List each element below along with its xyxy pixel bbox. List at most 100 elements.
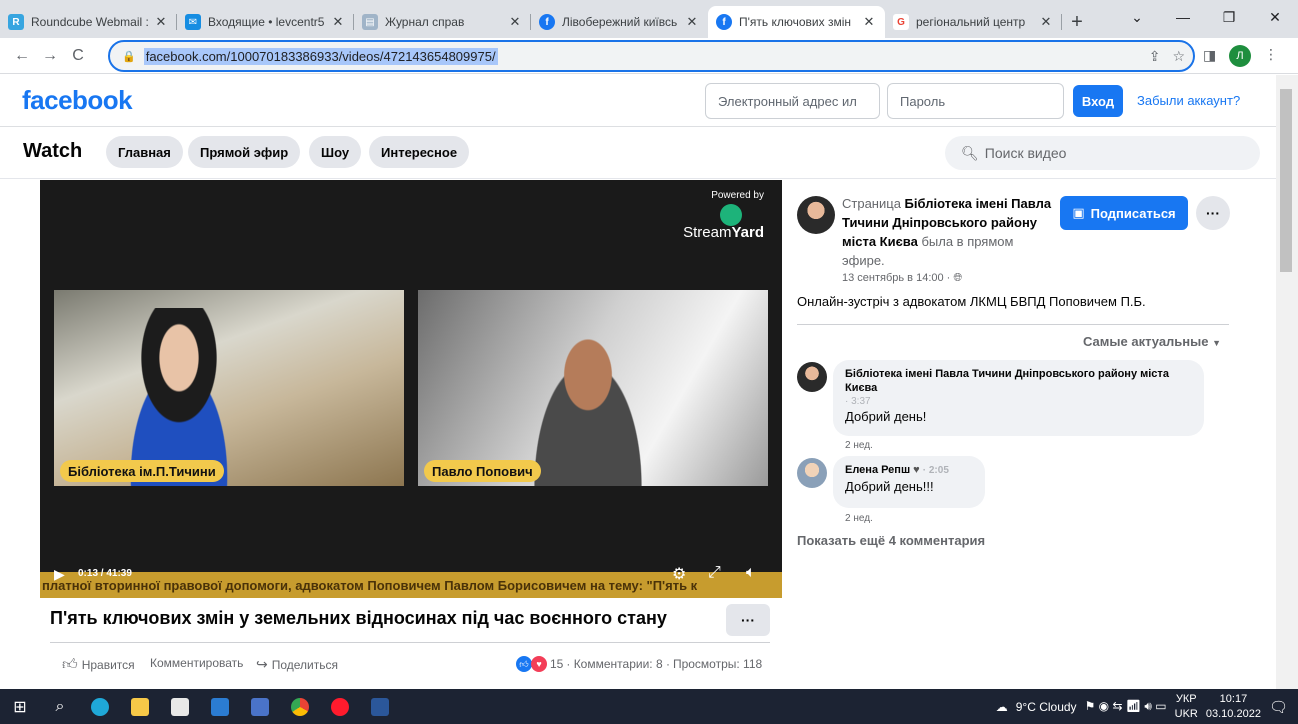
share-arrow-icon: ↪	[256, 656, 268, 672]
page-info: Страница Бібліотека імені Павла Тичини Д…	[842, 195, 1052, 270]
watch-title[interactable]: Watch	[23, 140, 82, 163]
store-icon[interactable]	[160, 689, 200, 724]
weather-text[interactable]: 9°C Cloudy	[1016, 700, 1077, 714]
reload-icon[interactable]: C	[64, 47, 92, 65]
more-options-button[interactable]: ···	[726, 604, 770, 636]
tab-inbox[interactable]: ✉ Входящие • levcentr5 ✕	[177, 6, 354, 38]
comment-time[interactable]: · 3:37	[845, 396, 1192, 407]
fullscreen-icon[interactable]: ⤢	[708, 564, 721, 582]
google-icon: G	[893, 14, 909, 30]
tray-icons[interactable]: ⚑ ◉ ⇆ 📶︎ 🔊︎ ▭	[1085, 699, 1167, 714]
nav-explore[interactable]: Интересное	[369, 136, 470, 168]
nav-live[interactable]: Прямой эфир	[188, 136, 301, 168]
tab-roundcube[interactable]: R Roundcube Webmail : ✕	[0, 6, 177, 38]
new-tab-button[interactable]: +	[1062, 6, 1092, 38]
close-icon[interactable]: ✕	[1038, 14, 1054, 30]
comment-sort-dropdown[interactable]: Самые актуальные ▼	[1083, 334, 1221, 349]
share-icon[interactable]: ⇪	[1149, 48, 1161, 65]
language-indicator[interactable]: УКР UKR	[1175, 692, 1198, 721]
streamyard-branding: Powered by StreamYard	[683, 190, 764, 242]
edge-icon[interactable]	[80, 689, 120, 724]
close-icon[interactable]: ✕	[153, 14, 169, 30]
post-timestamp[interactable]: 13 сентябрь в 14:00 · 🌐︎	[842, 272, 962, 285]
comment-bubble: Бібліотека імені Павла Тичини Дніпровськ…	[833, 360, 1204, 436]
tab-livoberezhny[interactable]: f Лівобережний київсь ✕	[531, 6, 708, 38]
divider	[50, 642, 770, 643]
notifications-icon[interactable]: 🗨︎	[1269, 698, 1288, 716]
close-icon[interactable]: ✕	[684, 14, 700, 30]
heart-badge-icon: ♥	[913, 464, 920, 476]
page-avatar[interactable]	[797, 196, 835, 234]
page-more-button[interactable]: ···	[1196, 196, 1230, 230]
play-icon[interactable]: ▶	[54, 566, 65, 583]
comment-ago[interactable]: 2 нед.	[845, 440, 873, 451]
side-panel-icon[interactable]: ◨	[1203, 47, 1216, 64]
show-more-comments-link[interactable]: Показать ещё 4 комментария	[797, 533, 985, 548]
facebook-header: facebook Электронный адрес ил Пароль Вхо…	[0, 75, 1276, 127]
nav-home[interactable]: Главная	[106, 136, 183, 168]
video-player[interactable]: Powered by StreamYard Бібліотека ім.П.Ти…	[40, 180, 782, 598]
like-reaction-icon[interactable]: 👍︎	[516, 656, 532, 672]
comment-author[interactable]: Бібліотека імені Павла Тичини Дніпровськ…	[845, 367, 1192, 396]
close-icon[interactable]: ✕	[330, 14, 346, 30]
chrome-icon[interactable]	[280, 689, 320, 724]
tab-google-search[interactable]: G регіональний центр ✕	[885, 6, 1062, 38]
bookmark-star-icon[interactable]: ☆	[1172, 48, 1185, 65]
tab-search-icon[interactable]: ⌄	[1114, 0, 1160, 34]
page-prefix: Страница	[842, 196, 901, 211]
comment-ago[interactable]: 2 нед.	[845, 513, 873, 524]
tab-current-video[interactable]: f П'ять ключових змін ✕	[708, 6, 885, 38]
facebook-logo[interactable]: facebook	[22, 85, 133, 116]
settings-gear-icon[interactable]: ⚙	[672, 564, 686, 584]
video-search-input[interactable]: 🔍︎ Поиск видео	[945, 136, 1260, 170]
volume-icon[interactable]: 🔈︎	[746, 564, 756, 582]
close-icon[interactable]: ✕	[507, 14, 523, 30]
speaker-image-right	[513, 315, 663, 486]
word-icon[interactable]	[360, 689, 400, 724]
nav-shows[interactable]: Шоу	[309, 136, 362, 168]
streamyard-wordmark: StreamYard	[683, 224, 764, 241]
comment-time[interactable]: · 2:05	[923, 465, 949, 476]
password-field[interactable]: Пароль	[887, 83, 1064, 119]
clock[interactable]: 10:17 03.10.2022	[1206, 692, 1261, 721]
commenter-avatar[interactable]	[797, 362, 827, 392]
back-icon[interactable]: ←	[8, 47, 36, 65]
love-reaction-icon[interactable]: ♥	[531, 656, 547, 672]
opera-icon[interactable]	[320, 689, 360, 724]
comment-author[interactable]: Елена Репш	[845, 464, 910, 476]
forward-icon[interactable]: →	[36, 47, 64, 65]
reactions-count[interactable]: 15	[550, 657, 563, 671]
file-explorer-icon[interactable]	[120, 689, 160, 724]
profile-avatar[interactable]: Л	[1229, 45, 1251, 67]
close-window-icon[interactable]: ✕	[1252, 0, 1298, 34]
page-scrollbar[interactable]	[1276, 75, 1298, 689]
powered-by-label: Powered by	[711, 190, 764, 201]
minimize-icon[interactable]: —	[1160, 0, 1206, 34]
share-button[interactable]: ↪ Поделиться	[256, 656, 338, 673]
address-bar[interactable]: 🔒 facebook.com/100070183386933/videos/47…	[108, 40, 1195, 72]
url-text[interactable]: facebook.com/100070183386933/videos/4721…	[143, 47, 498, 65]
divider	[797, 324, 1229, 325]
media-player-icon[interactable]	[240, 689, 280, 724]
mail-icon[interactable]	[200, 689, 240, 724]
email-field[interactable]: Электронный адрес ил	[705, 83, 880, 119]
search-icon[interactable]: ⌕	[40, 689, 80, 724]
comments-stat[interactable]: · Комментарии: 8 ·	[566, 657, 670, 671]
like-button[interactable]: 👍︎ Нравится	[62, 656, 135, 674]
globe-icon: 🌐︎	[953, 272, 963, 284]
tab-journal[interactable]: ▤ Журнал справ ✕	[354, 6, 531, 38]
windows-start-icon[interactable]: ⊞	[0, 689, 40, 724]
video-controls: ▶ 0:13 / 41:39 ⚙ ⤢ 🔈︎	[40, 564, 782, 583]
speaker-label-left: Бібліотека ім.П.Тичини	[60, 460, 224, 482]
subscribe-icon: ▣	[1072, 205, 1085, 220]
forgot-account-link[interactable]: Забыли аккаунт?	[1137, 93, 1240, 108]
commenter-avatar[interactable]	[797, 458, 827, 488]
scrollbar-thumb[interactable]	[1280, 89, 1292, 272]
comment-author-row: Елена Репш ♥ · 2:05	[845, 463, 973, 477]
close-icon[interactable]: ✕	[861, 14, 877, 30]
login-button[interactable]: Вход	[1073, 85, 1123, 117]
restore-icon[interactable]: ❐	[1206, 0, 1252, 34]
menu-kebab-icon[interactable]: ⋮	[1264, 46, 1278, 63]
subscribe-button[interactable]: ▣ Подписаться	[1060, 196, 1188, 230]
comment-button[interactable]: Комментировать	[150, 656, 243, 670]
